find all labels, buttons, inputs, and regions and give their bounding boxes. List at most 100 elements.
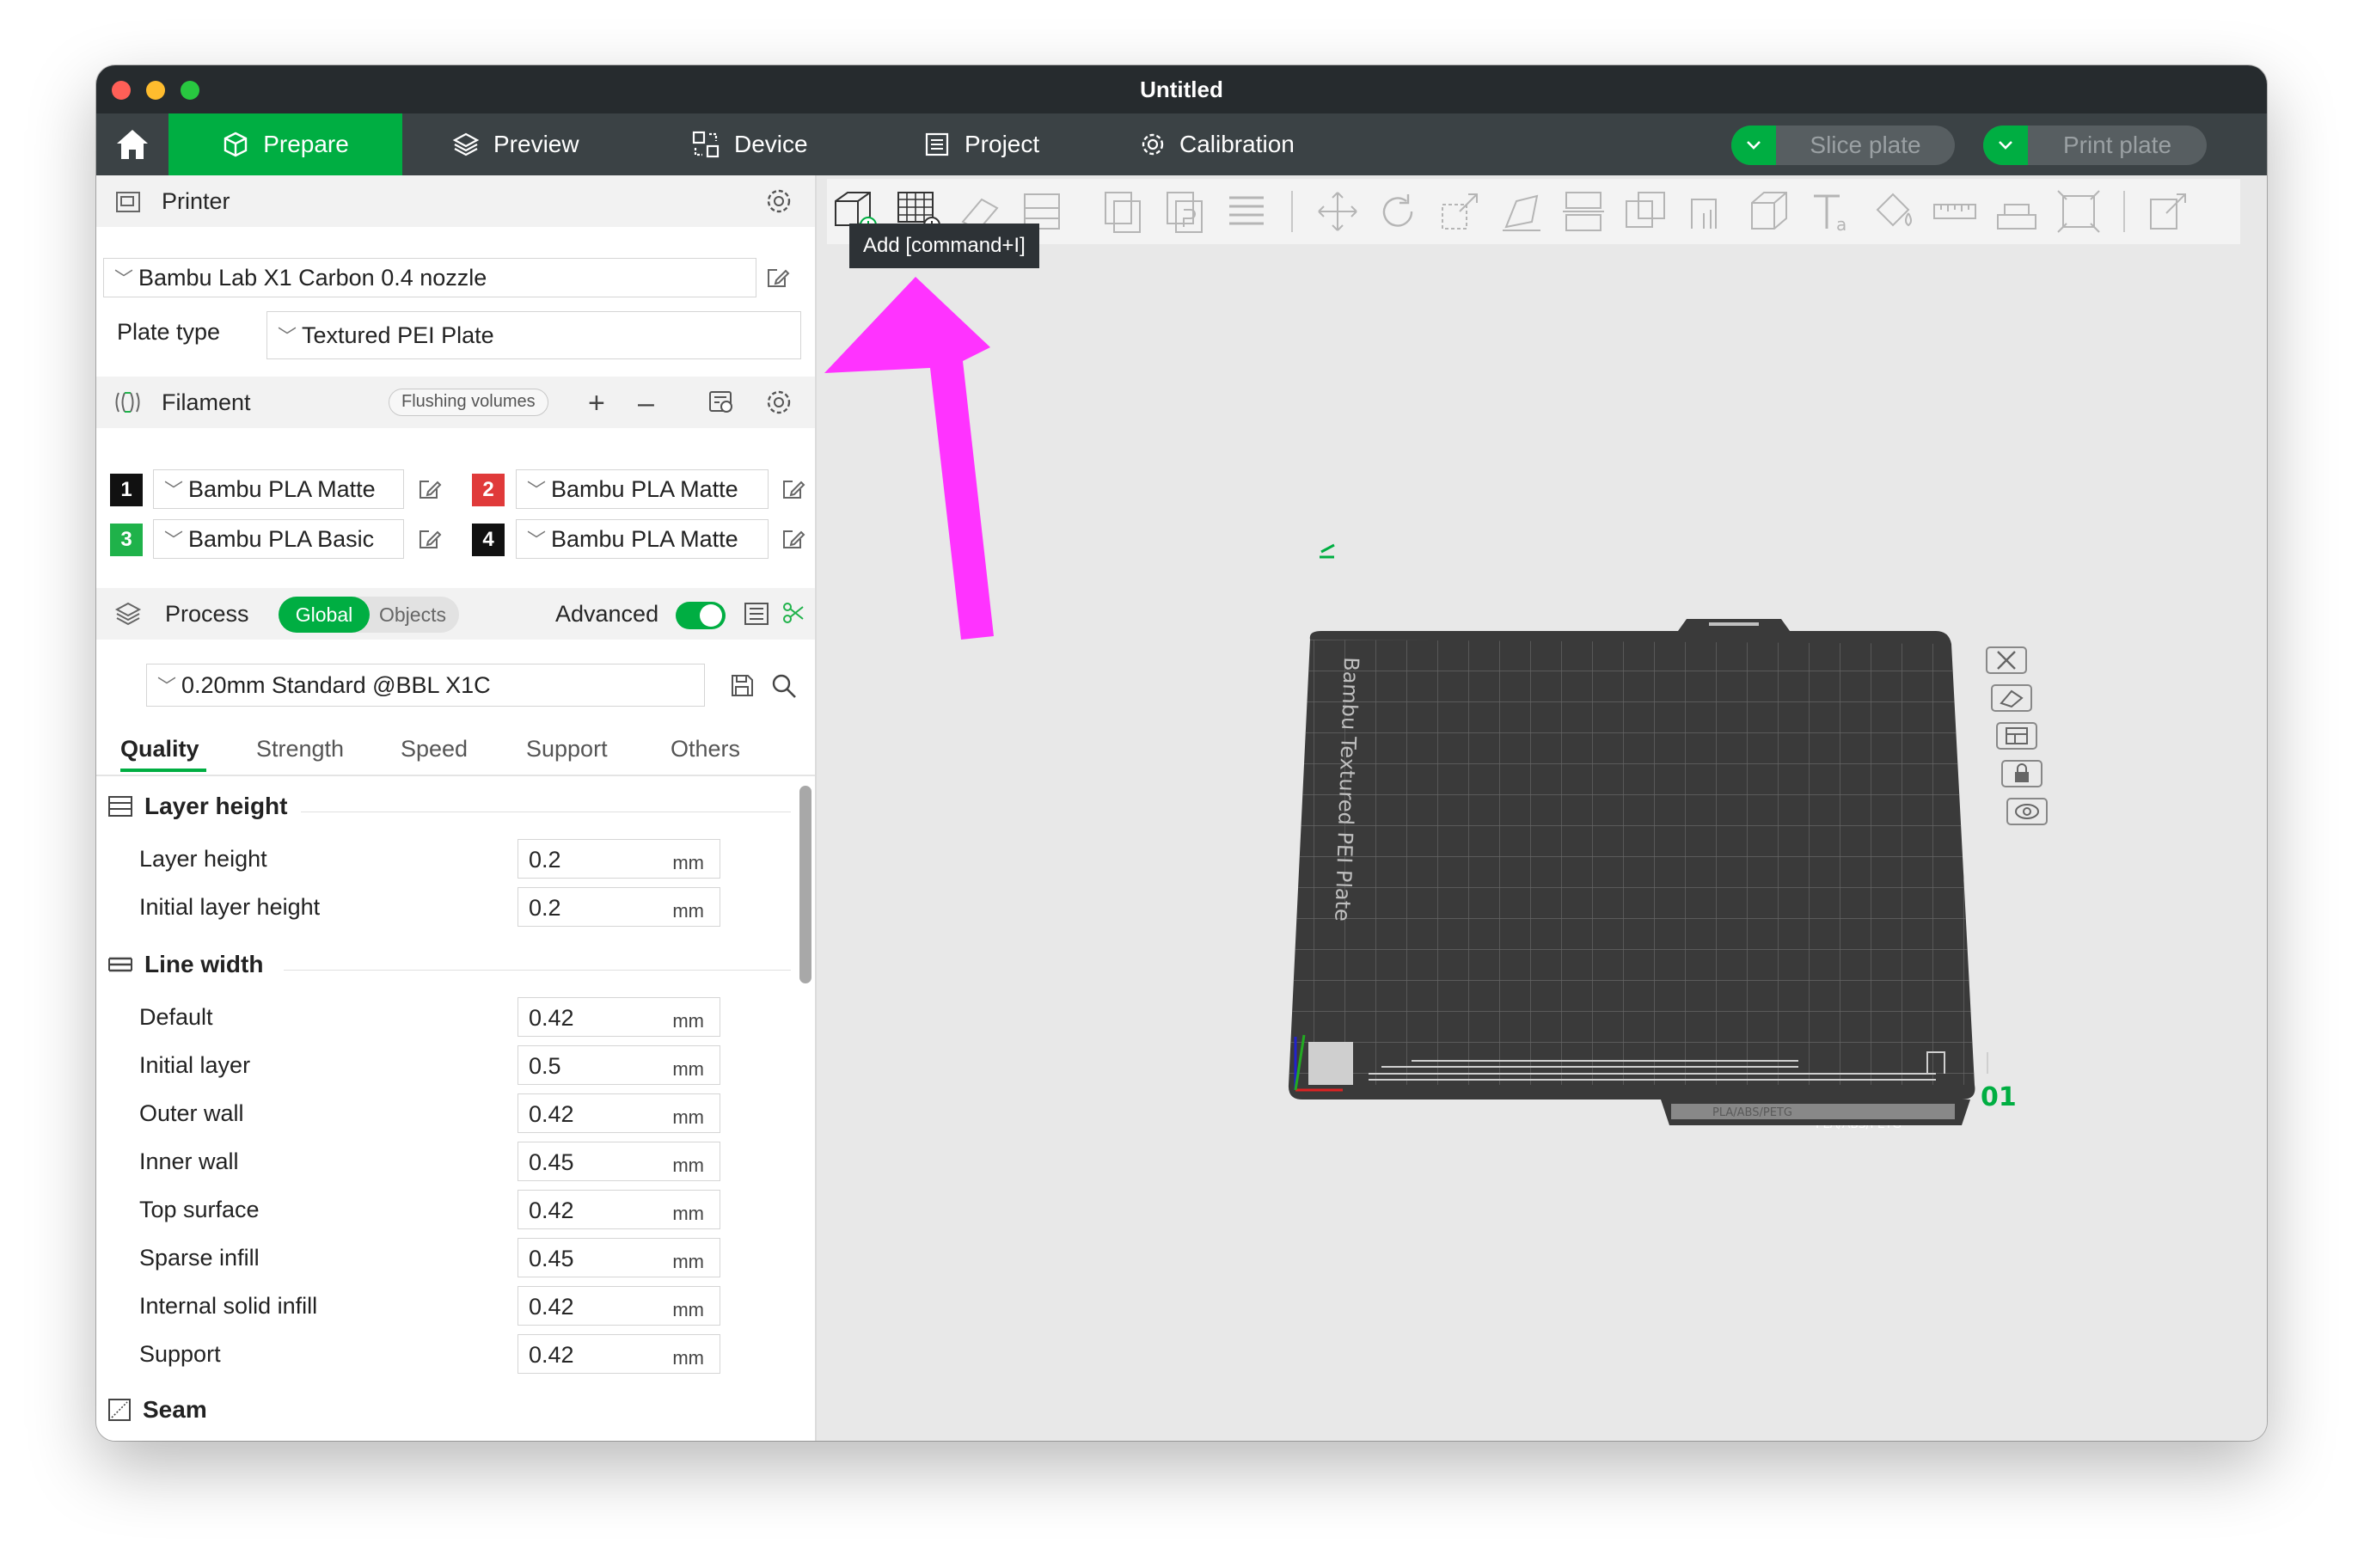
slice-plate-button[interactable]: Slice plate (1731, 126, 1955, 165)
edit-printer-icon[interactable] (765, 265, 791, 291)
layer-height-field[interactable]: 0.2 mm (518, 839, 720, 879)
3d-canvas[interactable]: a Add [command+I] PLA/ABS/PETG PLA/AB (818, 175, 2267, 1441)
seam-icon (108, 1399, 131, 1421)
printer-preset-select[interactable]: ﹀ Bambu Lab X1 Carbon 0.4 nozzle (103, 258, 756, 297)
line-width-icon (108, 957, 132, 972)
process-preset-value: 0.20mm Standard @BBL X1C (181, 671, 491, 698)
device-icon (691, 130, 720, 159)
build-plate-view[interactable]: PLA/ABS/PETG PLA/ABS/PETG Bambu Textured… (818, 175, 2267, 1441)
tab-project[interactable]: Project (923, 113, 1039, 175)
edit-filament-2-icon[interactable] (781, 476, 806, 502)
tab-preview[interactable]: Preview (452, 113, 579, 175)
printer-settings-gear-icon[interactable] (765, 187, 793, 221)
initial-layer-height-field[interactable]: 0.2 mm (518, 887, 720, 927)
filament-slot-3-select[interactable]: ﹀ Bambu PLA Basic (153, 519, 404, 559)
field-unit: mm (672, 1251, 704, 1272)
chevron-down-icon[interactable] (1983, 126, 2028, 165)
layer-height-icon (108, 796, 132, 817)
filament-slot-2-badge[interactable]: 2 (472, 474, 505, 506)
plate-type-select[interactable]: ﹀ Textured PEI Plate (266, 311, 801, 359)
edit-filament-1-icon[interactable] (417, 476, 443, 502)
process-section-header: Process Global Objects Advanced (96, 588, 815, 640)
scissors-icon[interactable] (781, 600, 806, 632)
advanced-toggle[interactable] (676, 602, 726, 629)
print-plate-label: Print plate (2062, 132, 2172, 158)
filament-spool-icon (113, 389, 143, 422)
settings-scrollbar[interactable] (799, 786, 811, 983)
search-icon[interactable] (770, 672, 798, 704)
filament-settings-gear-icon[interactable] (765, 389, 793, 422)
initial-layer-line-width-field[interactable]: 0.5 mm (518, 1045, 720, 1085)
field-value: 0.42 (529, 1197, 574, 1223)
filament-slot-3-badge[interactable]: 3 (110, 524, 143, 556)
filament-slot-4-select[interactable]: ﹀ Bambu PLA Matte (516, 519, 769, 559)
initial-layer-height-label: Initial layer height (139, 894, 321, 920)
zoom-window-button[interactable] (181, 81, 199, 100)
filament-sync-icon[interactable] (707, 389, 736, 422)
flushing-volumes-button[interactable]: Flushing volumes (389, 389, 548, 416)
field-unit: mm (672, 1299, 704, 1320)
process-preset-select[interactable]: ﹀ 0.20mm Standard @BBL X1C (146, 664, 705, 707)
tab-prepare[interactable]: Prepare (168, 113, 402, 175)
close-window-button[interactable] (112, 81, 131, 100)
filament-slot-4-badge[interactable]: 4 (472, 524, 505, 556)
filament-slot-1-badge[interactable]: 1 (110, 474, 143, 506)
plate-corner-marker (1308, 1042, 1353, 1085)
seam-group: Seam (107, 1396, 207, 1424)
filament-slot-2-select[interactable]: ﹀ Bambu PLA Matte (516, 469, 769, 509)
filament-slot-1-select[interactable]: ﹀ Bambu PLA Matte (153, 469, 404, 509)
objects-option[interactable]: Objects (370, 597, 456, 633)
filament-slot-1-name: Bambu PLA Matte (188, 475, 376, 502)
save-preset-icon[interactable] (729, 672, 755, 702)
tab-calibration[interactable]: Calibration (1140, 113, 1295, 175)
field-value: 0.42 (529, 1294, 574, 1320)
home-button[interactable] (96, 113, 168, 175)
support-line-width-field[interactable]: 0.42 mm (518, 1334, 720, 1374)
field-value: 0.45 (529, 1149, 574, 1175)
chevron-down-icon: ﹀ (164, 480, 184, 501)
cube-icon (222, 131, 249, 158)
sparse-infill-field[interactable]: 0.45 mm (518, 1238, 720, 1277)
gear-icon (1140, 132, 1166, 157)
field-unit: mm (672, 900, 704, 922)
field-value: 0.45 (529, 1246, 574, 1271)
tab-strength[interactable]: Strength (256, 736, 344, 763)
plate-edit-name-icon[interactable] (1320, 543, 1335, 559)
tab-speed[interactable]: Speed (401, 736, 468, 763)
add-filament-icon[interactable]: + (588, 387, 605, 420)
support-line-width-label: Support (139, 1341, 221, 1367)
arrange-plate-icon[interactable] (1996, 722, 2037, 750)
printer-section-title: Printer (162, 188, 230, 214)
orient-plate-icon[interactable] (1991, 684, 2032, 712)
print-plate-button[interactable]: Print plate (1983, 126, 2207, 165)
list-compare-icon[interactable] (743, 600, 772, 634)
internal-solid-infill-field[interactable]: 0.42 mm (518, 1286, 720, 1326)
tab-others[interactable]: Others (671, 736, 740, 763)
outer-wall-field[interactable]: 0.42 mm (518, 1093, 720, 1133)
outer-wall-label: Outer wall (139, 1100, 244, 1126)
tab-device[interactable]: Device (691, 113, 808, 175)
delete-plate-icon[interactable] (1986, 646, 2027, 674)
top-surface-field[interactable]: 0.42 mm (518, 1190, 720, 1229)
inner-wall-field[interactable]: 0.45 mm (518, 1142, 720, 1181)
remove-filament-icon[interactable]: – (638, 387, 654, 420)
plate-settings-icon[interactable] (2006, 798, 2048, 825)
global-option[interactable]: Global (279, 597, 370, 633)
plate-type-label: Plate type (117, 319, 221, 345)
filament-slot-3-name: Bambu PLA Basic (188, 525, 375, 552)
plate-type-value: Textured PEI Plate (302, 322, 494, 348)
active-tab-underline (120, 769, 206, 772)
field-value: 0.5 (529, 1053, 561, 1079)
edit-filament-3-icon[interactable] (417, 526, 443, 552)
lock-plate-icon[interactable] (2001, 760, 2042, 787)
tab-quality[interactable]: Quality (120, 736, 199, 763)
layer-height-label: Layer height (139, 846, 267, 872)
minimize-window-button[interactable] (146, 81, 165, 100)
global-objects-toggle[interactable]: Global Objects (279, 597, 459, 633)
edit-filament-4-icon[interactable] (781, 526, 806, 552)
tab-project-label: Project (965, 131, 1040, 157)
tab-support[interactable]: Support (526, 736, 608, 763)
chevron-down-icon[interactable] (1731, 126, 1776, 165)
default-line-width-field[interactable]: 0.42 mm (518, 997, 720, 1037)
chevron-down-icon: ﹀ (157, 676, 177, 697)
